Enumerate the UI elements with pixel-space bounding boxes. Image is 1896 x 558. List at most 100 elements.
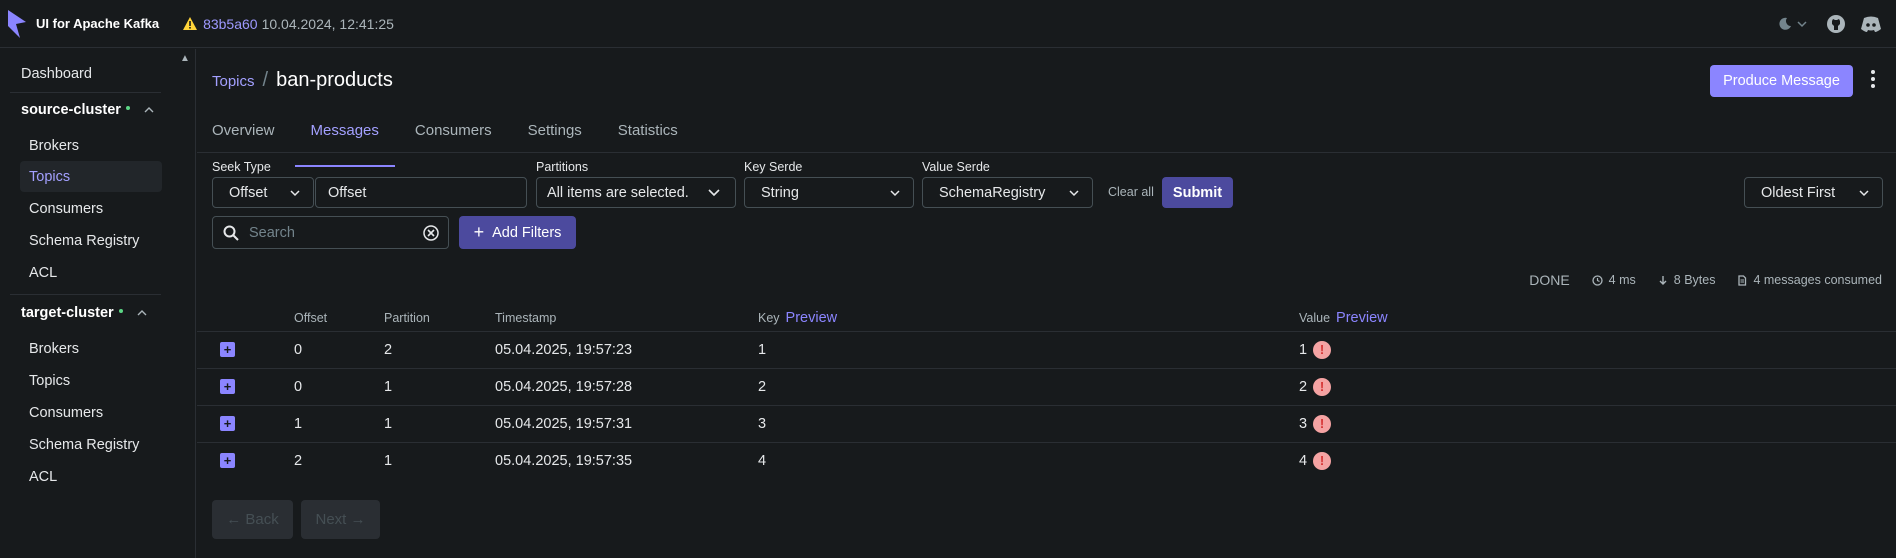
app-logo[interactable]: UI for Apache Kafka bbox=[6, 8, 159, 40]
error-icon[interactable]: ! bbox=[1313, 414, 1332, 433]
seek-type-value: Offset bbox=[229, 184, 268, 201]
tab-settings[interactable]: Settings bbox=[528, 122, 582, 152]
add-filters-button[interactable]: + Add Filters bbox=[459, 216, 576, 249]
version-info: 83b5a60 10.04.2024, 12:41:25 bbox=[183, 16, 394, 32]
clock-icon bbox=[1592, 274, 1603, 286]
expand-row-icon[interactable]: + bbox=[220, 415, 235, 431]
column-header-timestamp: Timestamp bbox=[495, 305, 758, 332]
sidebar-item-topics[interactable]: Topics bbox=[20, 161, 162, 192]
table-header-row: Offset Partition Timestamp Key Preview Va… bbox=[197, 305, 1896, 332]
seek-type-select[interactable]: Offset bbox=[212, 177, 314, 208]
value-text: 2 bbox=[1299, 378, 1308, 395]
cell-partition: 1 bbox=[384, 452, 393, 469]
theme-toggle[interactable] bbox=[1778, 17, 1808, 31]
tab-consumers[interactable]: Consumers bbox=[415, 122, 492, 152]
sidebar-cluster-source[interactable]: source-cluster bbox=[21, 102, 154, 118]
sidebar-item-acl[interactable]: ACL bbox=[20, 461, 162, 492]
sidebar-item-acl[interactable]: ACL bbox=[20, 257, 162, 288]
cell-key: 2 bbox=[758, 368, 1299, 406]
main-content: Topics / ban-products Produce Message Ov… bbox=[197, 49, 1896, 558]
sidebar-item-brokers[interactable]: Brokers bbox=[20, 130, 162, 161]
github-link[interactable] bbox=[1826, 14, 1846, 34]
seek-type-label: Seek Type bbox=[212, 160, 271, 174]
cell-key: 1 bbox=[758, 331, 1299, 369]
sidebar-item-brokers[interactable]: Brokers bbox=[20, 333, 162, 364]
breadcrumb-topics-link[interactable]: Topics bbox=[212, 73, 255, 90]
sidebar-item-topics[interactable]: Topics bbox=[20, 365, 162, 396]
partitions-select[interactable]: All items are selected. bbox=[536, 177, 736, 208]
table-row[interactable]: + 2 1 05.04.2025, 19:57:35 4 4! bbox=[197, 442, 1896, 479]
search-input[interactable]: Search bbox=[212, 216, 449, 249]
error-icon[interactable]: ! bbox=[1313, 451, 1332, 470]
tab-overview[interactable]: Overview bbox=[212, 122, 275, 152]
error-icon[interactable]: ! bbox=[1313, 377, 1332, 396]
version-hash-link[interactable]: 83b5a60 bbox=[203, 16, 258, 32]
key-serde-label: Key Serde bbox=[744, 160, 803, 174]
more-actions-button[interactable] bbox=[1870, 69, 1876, 94]
cell-timestamp: 05.04.2025, 19:57:35 bbox=[495, 452, 633, 469]
sidebar-item-dashboard[interactable]: Dashboard bbox=[21, 66, 92, 82]
version-date: 10.04.2024, 12:41:25 bbox=[261, 15, 394, 32]
error-icon[interactable]: ! bbox=[1313, 340, 1332, 359]
submit-button[interactable]: Submit bbox=[1162, 177, 1233, 208]
messages-consumed: 4 messages consumed bbox=[1737, 273, 1882, 287]
cluster-online-dot bbox=[125, 106, 130, 110]
consume-stats: DONE 4 ms 8 Bytes 4 messages consumed bbox=[1529, 272, 1882, 288]
messages-table: Offset Partition Timestamp Key Preview Va… bbox=[197, 305, 1896, 479]
key-preview-button[interactable]: Preview bbox=[786, 310, 838, 326]
back-button[interactable]: ← Back bbox=[212, 500, 293, 539]
tab-statistics[interactable]: Statistics bbox=[618, 122, 678, 152]
value-serde-select[interactable]: SchemaRegistry bbox=[922, 177, 1093, 208]
sidebar-item-schema-registry[interactable]: Schema Registry bbox=[20, 429, 162, 460]
value-preview-button[interactable]: Preview bbox=[1336, 310, 1388, 326]
expand-column-header bbox=[197, 305, 294, 332]
sidebar-collapse-icon[interactable]: ▲ bbox=[180, 53, 190, 64]
expand-row-icon[interactable]: + bbox=[220, 378, 235, 394]
plus-icon: + bbox=[473, 222, 485, 242]
elapsed-time: 4 ms bbox=[1592, 273, 1636, 287]
column-header-partition: Partition bbox=[384, 305, 495, 332]
sidebar-item-consumers[interactable]: Consumers bbox=[20, 397, 162, 428]
produce-message-button[interactable]: Produce Message bbox=[1710, 65, 1853, 97]
cell-offset: 0 bbox=[294, 368, 384, 406]
sort-order-select[interactable]: Oldest First bbox=[1744, 177, 1883, 208]
tab-messages[interactable]: Messages bbox=[294, 122, 396, 167]
chevron-up-icon bbox=[137, 310, 147, 316]
cluster-online-dot bbox=[118, 309, 123, 313]
key-serde-select[interactable]: String bbox=[744, 177, 914, 208]
value-serde-value: SchemaRegistry bbox=[939, 184, 1046, 201]
elapsed-time-value: 4 ms bbox=[1608, 273, 1636, 287]
sidebar-item-schema-registry[interactable]: Schema Registry bbox=[20, 225, 162, 256]
column-header-value: Value Preview bbox=[1299, 305, 1896, 332]
value-serde-label: Value Serde bbox=[922, 160, 990, 174]
clear-search-icon[interactable] bbox=[423, 225, 439, 241]
chevron-down-icon bbox=[290, 190, 300, 197]
clear-all-button[interactable]: Clear all bbox=[1108, 185, 1154, 199]
chevron-up-icon bbox=[144, 107, 154, 113]
sidebar-cluster-target[interactable]: target-cluster bbox=[21, 305, 147, 321]
offset-input[interactable]: Offset bbox=[315, 177, 527, 208]
github-icon bbox=[1827, 15, 1845, 33]
cell-timestamp: 05.04.2025, 19:57:31 bbox=[495, 405, 758, 443]
top-bar: UI for Apache Kafka 83b5a60 10.04.2024, … bbox=[0, 0, 1896, 48]
table-row[interactable]: + 0 1 05.04.2025, 19:57:28 2 2! bbox=[197, 368, 1896, 406]
app-title: UI for Apache Kafka bbox=[36, 16, 160, 31]
expand-row-icon[interactable]: + bbox=[220, 341, 235, 357]
cell-offset: 2 bbox=[294, 452, 303, 469]
value-text: 3 bbox=[1299, 415, 1308, 432]
sidebar: ▲ Dashboard source-cluster Brokers Topic… bbox=[0, 49, 196, 558]
kafka-logo-icon bbox=[8, 9, 26, 38]
discord-link[interactable] bbox=[1860, 15, 1882, 33]
expand-row-icon[interactable]: + bbox=[220, 452, 235, 468]
file-icon bbox=[1738, 274, 1747, 286]
key-header-label: Key bbox=[758, 310, 780, 325]
sidebar-item-consumers[interactable]: Consumers bbox=[20, 193, 162, 224]
table-row[interactable]: + 0 2 05.04.2025, 19:57:23 1 1! bbox=[197, 331, 1896, 369]
cell-value: 4! bbox=[1299, 442, 1896, 479]
chevron-down-icon bbox=[1797, 21, 1807, 28]
key-serde-value: String bbox=[761, 184, 799, 201]
table-row[interactable]: + 1 1 05.04.2025, 19:57:31 3 3! bbox=[197, 405, 1896, 443]
topic-tabs: Overview Messages Consumers Settings Sta… bbox=[212, 122, 714, 167]
next-button[interactable]: Next → bbox=[301, 500, 380, 539]
add-filters-label: Add Filters bbox=[492, 224, 562, 241]
